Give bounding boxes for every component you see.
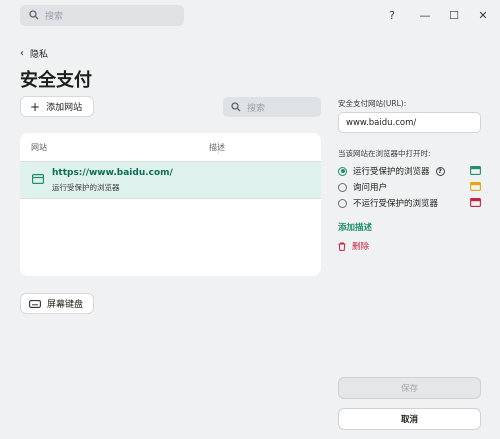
- protected-browser-icon: [32, 174, 44, 184]
- delete-link[interactable]: 删除: [338, 240, 369, 252]
- row-url: https://www.baidu.com/: [52, 168, 173, 178]
- radio-unselected-icon: [338, 198, 347, 208]
- titlebar-search-placeholder: 搜索: [45, 12, 64, 22]
- option-run-protected-browser[interactable]: 运行受保护的浏览器 ?: [338, 165, 481, 177]
- protected-browser-icon: [470, 166, 481, 175]
- table-row[interactable]: https://www.baidu.com/ 运行受保护的浏览器: [20, 161, 321, 199]
- add-description-link[interactable]: 添加描述: [338, 221, 372, 233]
- save-button[interactable]: 保存: [338, 377, 481, 399]
- cancel-button[interactable]: 取消: [338, 408, 481, 430]
- url-label: 安全支付网站(URL):: [338, 99, 407, 108]
- option-ask-user[interactable]: 询问用户: [338, 181, 481, 193]
- website-search-placeholder: 搜索: [247, 104, 266, 114]
- option-label: 不运行受保护的浏览器: [353, 199, 439, 209]
- maximize-button[interactable]: ☐: [443, 6, 465, 24]
- screen-keyboard-label: 屏幕键盘: [47, 300, 84, 310]
- plus-icon: +: [30, 99, 41, 114]
- option-label: 询问用户: [353, 183, 388, 193]
- close-button[interactable]: ✕: [472, 6, 494, 24]
- ask-browser-icon: [470, 182, 481, 191]
- column-header-description[interactable]: 描述: [209, 142, 225, 153]
- radio-selected-icon: [338, 166, 347, 176]
- option-label: 运行受保护的浏览器: [353, 167, 430, 177]
- page-title: 安全支付: [20, 70, 92, 91]
- option-do-not-run-protected-browser[interactable]: 不运行受保护的浏览器: [338, 197, 481, 209]
- help-icon[interactable]: ?: [435, 166, 445, 176]
- chevron-left-icon: ‹: [20, 48, 24, 59]
- search-icon: [231, 102, 241, 112]
- back-label: 隐私: [30, 50, 49, 60]
- add-website-label: 添加网站: [46, 103, 83, 113]
- keyboard-icon: [29, 299, 41, 308]
- search-icon: [29, 10, 39, 20]
- website-search-input[interactable]: 搜索: [223, 97, 321, 117]
- radio-unselected-icon: [338, 182, 347, 192]
- delete-label: 删除: [352, 242, 370, 252]
- open-behavior-label: 当该网站在浏览器中打开时:: [338, 149, 431, 158]
- titlebar-search-input[interactable]: 搜索: [20, 5, 184, 26]
- back-link[interactable]: ‹ 隐私: [20, 47, 48, 60]
- row-mode: 运行受保护的浏览器: [52, 183, 120, 192]
- unprotected-browser-icon: [470, 198, 481, 207]
- websites-table: 网站 描述 https://www.baidu.com/ 运行受保护的浏览器: [20, 133, 321, 276]
- add-website-button[interactable]: + 添加网站: [20, 96, 94, 117]
- minimize-button[interactable]: —: [414, 6, 436, 24]
- trash-icon: [338, 242, 346, 251]
- column-header-website[interactable]: 网站: [31, 142, 47, 153]
- url-field[interactable]: www.baidu.com/: [338, 112, 481, 133]
- help-button[interactable]: ?: [381, 6, 403, 24]
- screen-keyboard-button[interactable]: 屏幕键盘: [20, 293, 94, 314]
